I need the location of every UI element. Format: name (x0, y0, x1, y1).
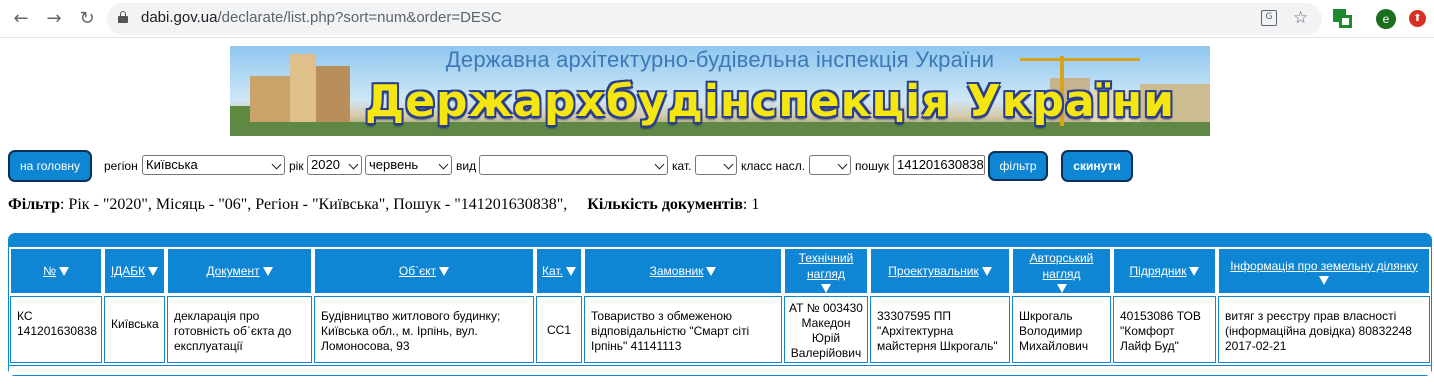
type-select[interactable] (479, 155, 668, 175)
cell-object: Будівництво житлового будинку; Київська … (314, 296, 534, 363)
header-idabk-label[interactable]: ІДАБК (111, 264, 145, 278)
type-label: вид (456, 159, 477, 173)
sort-arrow-icon[interactable] (565, 266, 576, 276)
translate-icon[interactable]: G (1261, 10, 1277, 26)
header-num-label[interactable]: № (43, 264, 56, 278)
sort-arrow-icon[interactable] (706, 266, 717, 276)
cell-land-info: витяг з реєстру прав власності (інформац… (1218, 296, 1430, 363)
header-document-label[interactable]: Документ (206, 264, 259, 278)
header-customer[interactable]: Замовник (584, 248, 782, 294)
extension-red-icon[interactable]: ⬆ (1409, 10, 1426, 27)
header-contractor[interactable]: Підрядник (1113, 248, 1216, 294)
search-label: пошук (855, 159, 890, 173)
header-tech-supervision[interactable]: Технічний нагляд (784, 248, 868, 294)
class-label: класс насл. (741, 159, 806, 173)
sort-arrow-icon[interactable] (1189, 266, 1200, 276)
year-select[interactable]: 2020 (307, 155, 362, 175)
month-select[interactable]: червень (365, 155, 452, 175)
header-customer-label[interactable]: Замовник (650, 264, 704, 278)
filter-summary-label: Фільтр (8, 196, 60, 213)
cell-document: декларація про готовність об`єкта до екс… (167, 296, 312, 363)
header-object-label[interactable]: Об`єкт (399, 264, 436, 278)
sort-arrow-icon[interactable] (58, 266, 69, 276)
header-cat-label[interactable]: Кат. (542, 264, 563, 278)
header-contractor-label[interactable]: Підрядник (1130, 264, 1187, 278)
header-author-supervision[interactable]: Авторський нагляд (1012, 248, 1111, 294)
header-land-info[interactable]: Інформація про земельну ділянку (1218, 248, 1430, 294)
sort-arrow-icon[interactable] (1056, 283, 1067, 293)
sort-arrow-icon[interactable] (821, 283, 831, 293)
sort-arrow-icon[interactable] (981, 266, 992, 276)
cell-designer: 33307595 ПП "Архітектурна майстерня Шкро… (870, 296, 1010, 363)
browser-toolbar: ← → ↻ dabi.gov.ua/declarate/list.php?sor… (0, 0, 1434, 38)
region-label: регіон (104, 159, 138, 173)
header-tech-supervision-label[interactable]: Технічний нагляд (793, 250, 859, 282)
sort-arrow-icon[interactable] (262, 266, 273, 276)
extension-green-icon[interactable] (1333, 9, 1353, 29)
cell-tech-supervision: АТ № 003430 Македон Юрій Валерійович (784, 296, 868, 363)
cell-customer: Товариство з обмеженою відповідальністю … (584, 296, 782, 363)
region-select[interactable]: Київська (142, 155, 285, 175)
lock-icon[interactable] (118, 11, 128, 23)
table-top-bar (9, 234, 1431, 247)
cell-num: КС 141201630838 (10, 296, 102, 363)
filter-summary: Фільтр: Рік - "2020", Місяць - "06", Рег… (8, 196, 759, 214)
reload-icon[interactable]: ↻ (76, 8, 98, 30)
category-select[interactable] (695, 155, 737, 175)
url-path: /declarate/list.php?sort=num&order=DESC (217, 9, 502, 26)
header-num[interactable]: № (10, 248, 102, 294)
year-label: рік (289, 159, 304, 173)
banner-title: Держархбудінспекція України (365, 76, 1176, 127)
document-count-label: Кількість документів (587, 196, 743, 213)
back-icon[interactable]: ← (10, 8, 32, 30)
sort-arrow-icon[interactable] (439, 266, 450, 276)
cell-author-supervision: Шкрогаль Володимир Михайлович (1012, 296, 1111, 363)
category-label: кат. (672, 159, 692, 173)
header-idabk[interactable]: ІДАБК (104, 248, 165, 294)
header-object[interactable]: Об`єкт (314, 248, 534, 294)
sort-arrow-icon[interactable] (1319, 275, 1329, 285)
forward-icon[interactable]: → (43, 8, 65, 30)
header-author-supervision-label[interactable]: Авторський нагляд (1022, 250, 1102, 282)
document-count-value: : 1 (742, 196, 760, 213)
url-text[interactable]: dabi.gov.ua/declarate/list.php?sort=num&… (141, 9, 502, 26)
sort-arrow-icon[interactable] (148, 266, 159, 276)
reset-button[interactable]: скинути (1061, 150, 1133, 182)
header-document[interactable]: Документ (167, 248, 312, 294)
site-banner: Державна архітектурно-будівельна інспекц… (230, 46, 1210, 136)
home-button[interactable]: на головну (8, 150, 92, 182)
header-designer[interactable]: Проектувальник (870, 248, 1010, 294)
header-cat[interactable]: Кат. (536, 248, 582, 294)
banner-subtitle: Державна архітектурно-будівельна інспекц… (445, 47, 995, 72)
cell-idabk: Київська (104, 296, 165, 363)
header-land-info-label[interactable]: Інформація про земельну ділянку (1230, 258, 1418, 274)
table-bottom-bar (9, 365, 1431, 375)
extension-e-icon[interactable]: e (1376, 9, 1396, 29)
search-input[interactable]: 141201630838 (893, 155, 985, 175)
filter-summary-text: : Рік - "2020", Місяць - "06", Регіон - … (59, 196, 568, 213)
cell-contractor: 40153086 ТОВ "Комфорт Лайф Буд" (1113, 296, 1216, 363)
cell-cat: СС1 (536, 296, 582, 363)
declarations-table: № ІДАБК Документ Об`єкт Кат. Замовник Те… (8, 233, 1432, 376)
header-designer-label[interactable]: Проектувальник (888, 264, 978, 278)
class-select[interactable] (809, 155, 851, 175)
bookmark-star-icon[interactable]: ☆ (1293, 9, 1308, 27)
url-host: dabi.gov.ua (141, 9, 218, 26)
filter-button[interactable]: фільтр (988, 151, 1048, 181)
